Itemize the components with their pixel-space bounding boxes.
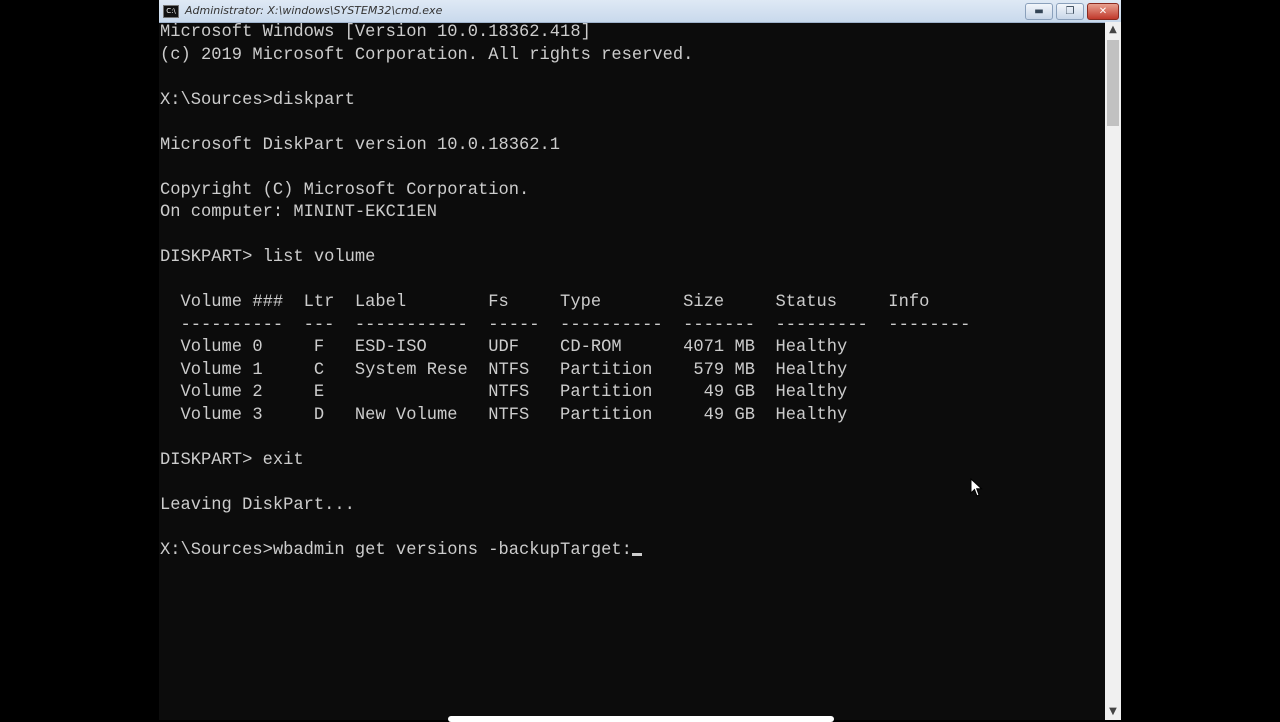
cmd-app-icon[interactable]: C:\	[163, 5, 179, 18]
cmd-window: C:\ Administrator: X:\windows\SYSTEM32\c…	[159, 0, 1121, 720]
console-line: Volume 1 C System Rese NTFS Partition 57…	[160, 360, 1104, 383]
minimize-button[interactable]: ▬	[1025, 3, 1053, 20]
console-line-text: Copyright (C) Microsoft Corporation.	[160, 180, 530, 200]
console-line: Volume 3 D New Volume NTFS Partition 49 …	[160, 405, 1104, 428]
console-line: Volume 0 F ESD-ISO UDF CD-ROM 4071 MB He…	[160, 337, 1104, 360]
console-line-text: Microsoft Windows [Version 10.0.18362.41…	[160, 23, 591, 42]
window-title: Administrator: X:\windows\SYSTEM32\cmd.e…	[185, 4, 443, 17]
console-line-text: Microsoft DiskPart version 10.0.18362.1	[160, 135, 561, 155]
text-cursor	[631, 552, 642, 556]
console-line: Volume 2 E NTFS Partition 49 GB Healthy	[160, 382, 1104, 405]
console-line-text: Volume 3 D New Volume NTFS Partition 49 …	[160, 405, 848, 425]
restore-button[interactable]: ❐	[1056, 3, 1084, 20]
console-line-text: Volume 1 C System Rese NTFS Partition 57…	[160, 360, 848, 380]
close-button[interactable]: ✕	[1087, 3, 1119, 20]
console-line: Volume ### Ltr Label Fs Type Size Status…	[160, 292, 1104, 315]
console-line-text: Leaving DiskPart...	[160, 495, 355, 515]
console-line-text: X:\Sources>wbadmin get versions -backupT…	[160, 540, 632, 560]
console-line: (c) 2019 Microsoft Corporation. All righ…	[160, 45, 1104, 68]
console-output[interactable]: Microsoft Windows [Version 10.0.18362.41…	[160, 22, 1104, 720]
title-bar[interactable]: C:\ Administrator: X:\windows\SYSTEM32\c…	[159, 0, 1121, 23]
console-line-text: ---------- --- ----------- ----- -------…	[160, 315, 971, 335]
console-line-text: DISKPART> exit	[160, 450, 304, 470]
console-line-text: On computer: MININT-EKCI1EN	[160, 203, 437, 222]
console-line-text: Volume 2 E NTFS Partition 49 GB Healthy	[160, 383, 848, 402]
console-line: Copyright (C) Microsoft Corporation.	[160, 180, 1104, 203]
console-line: Leaving DiskPart...	[160, 495, 1104, 518]
console-line-text: (c) 2019 Microsoft Corporation. All righ…	[160, 45, 694, 65]
scroll-down-arrow-icon[interactable]: ▼	[1105, 704, 1121, 720]
console-line: DISKPART> exit	[160, 450, 1104, 473]
scroll-up-arrow-icon[interactable]: ▲	[1105, 22, 1121, 38]
console-line-text: Volume ### Ltr Label Fs Type Size Status…	[160, 293, 930, 312]
video-progress-bar	[448, 716, 834, 722]
scroll-thumb[interactable]	[1107, 40, 1119, 126]
console-line-text: DISKPART> list volume	[160, 248, 376, 267]
console-line: Microsoft Windows [Version 10.0.18362.41…	[160, 22, 1104, 45]
vertical-scrollbar[interactable]: ▲ ▼	[1105, 22, 1121, 720]
mouse-cursor-icon	[970, 478, 983, 497]
console-line: DISKPART> list volume	[160, 247, 1104, 270]
console-line: ---------- --- ----------- ----- -------…	[160, 315, 1104, 338]
console-line: X:\Sources>wbadmin get versions -backupT…	[160, 540, 1104, 563]
console-line-text: X:\Sources>diskpart	[160, 90, 355, 110]
console-line: X:\Sources>diskpart	[160, 90, 1104, 113]
console-line: On computer: MININT-EKCI1EN	[160, 202, 1104, 225]
console-line: Microsoft DiskPart version 10.0.18362.1	[160, 135, 1104, 158]
console-line-text: Volume 0 F ESD-ISO UDF CD-ROM 4071 MB He…	[160, 338, 848, 357]
